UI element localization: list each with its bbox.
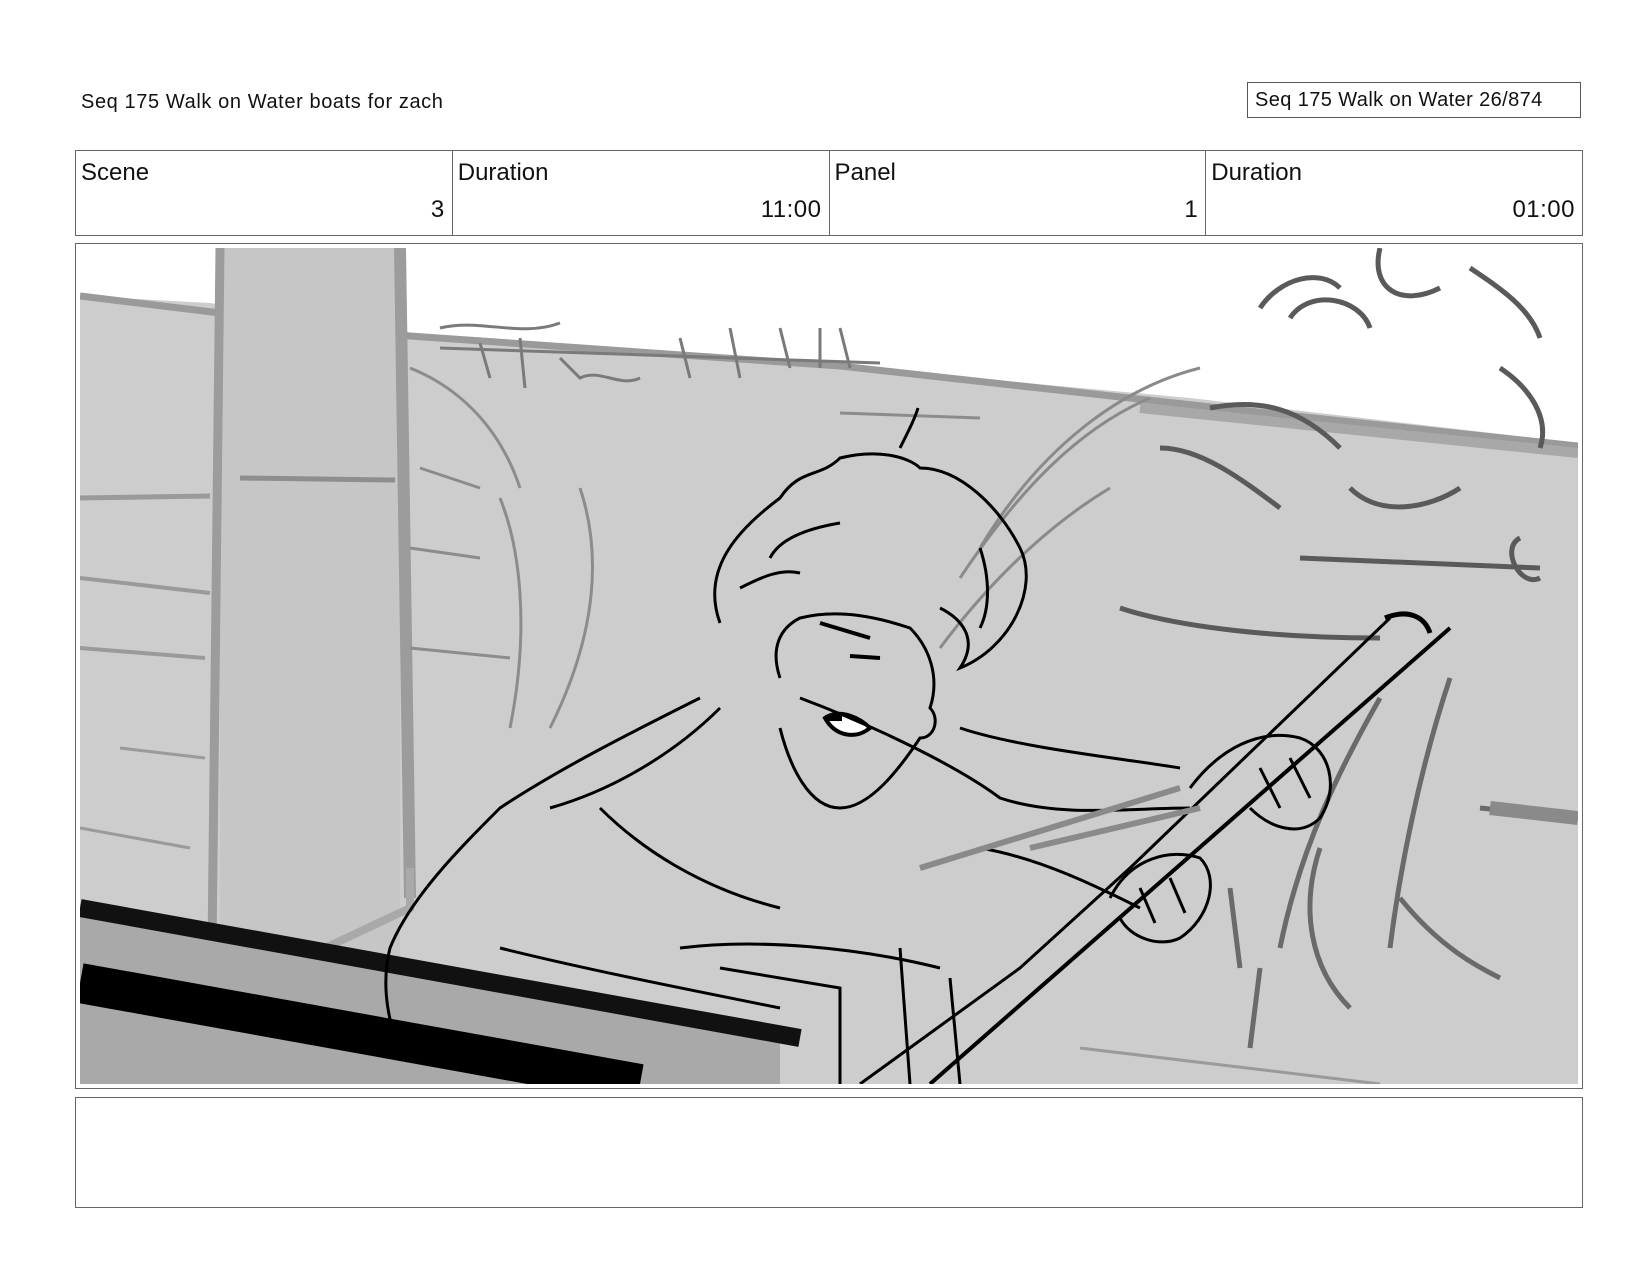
scene-value: 3 — [430, 196, 445, 223]
scene-info-table: Scene 3 Duration 11:00 Panel 1 Duration … — [75, 150, 1583, 236]
panel-duration-value: 01:00 — [1512, 196, 1575, 223]
panel-value: 1 — [1184, 196, 1199, 223]
sequence-page-counter: Seq 175 Walk on Water 26/874 — [1247, 82, 1581, 118]
panel-duration-cell: Duration 01:00 — [1206, 151, 1582, 235]
panel-duration-label: Duration — [1211, 159, 1302, 186]
scene-duration-value: 11:00 — [760, 196, 822, 223]
scene-duration-cell: Duration 11:00 — [453, 151, 830, 235]
scene-label: Scene — [81, 159, 150, 186]
panel-notes-box — [75, 1097, 1583, 1208]
scene-cell: Scene 3 — [76, 151, 453, 235]
storyboard-panel — [75, 243, 1583, 1089]
storyboard-sketch-image — [80, 248, 1578, 1084]
panel-label: Panel — [834, 159, 896, 186]
page-header-title: Seq 175 Walk on Water boats for zach — [81, 91, 444, 113]
panel-cell: Panel 1 — [830, 151, 1207, 235]
scene-duration-label: Duration — [457, 159, 549, 186]
